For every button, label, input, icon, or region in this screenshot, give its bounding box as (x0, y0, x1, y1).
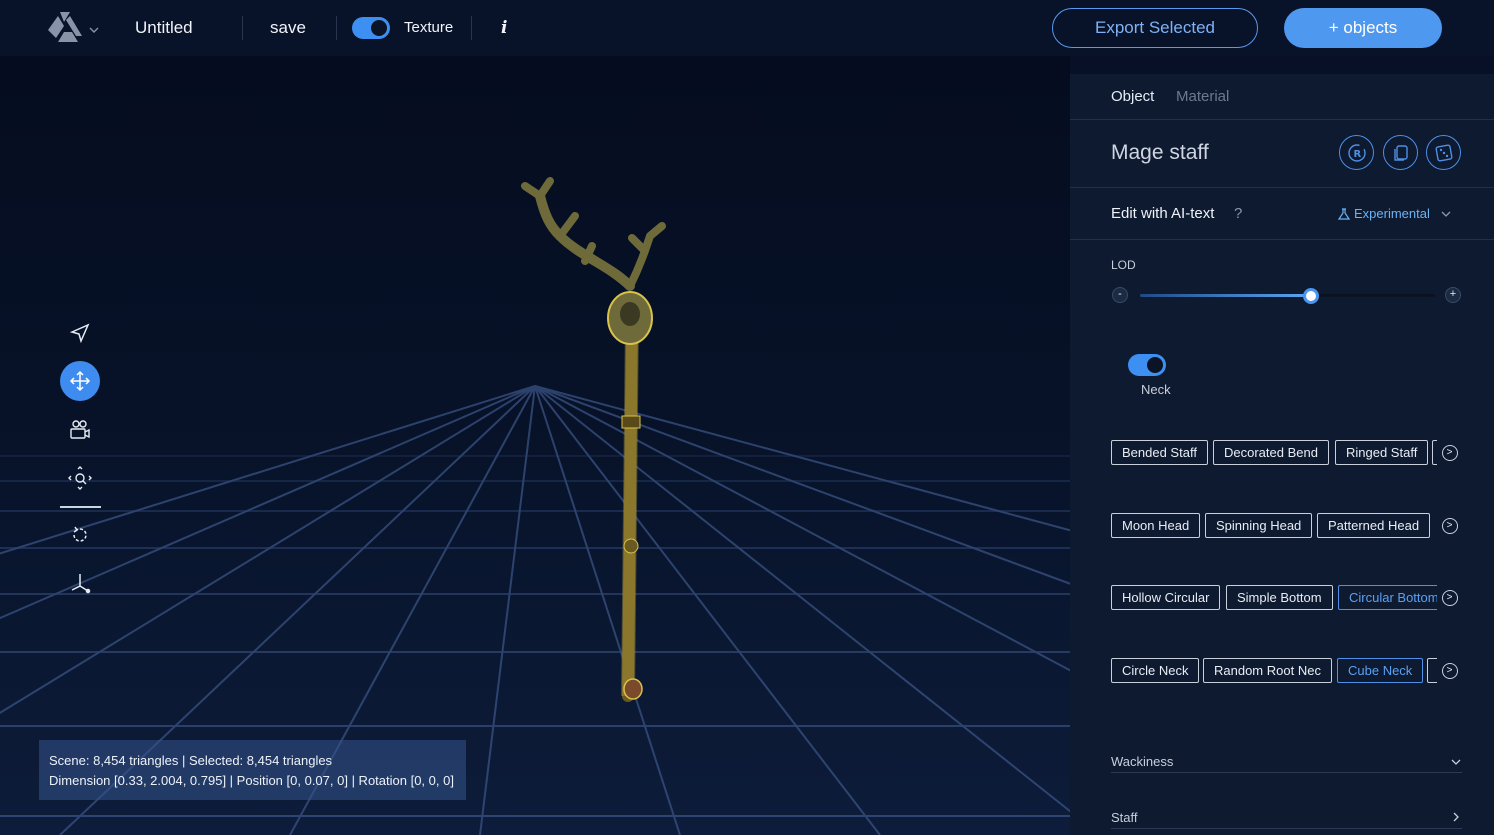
section-staff[interactable]: Staff (1111, 810, 1138, 825)
divider (1070, 187, 1494, 188)
toggle-knob (1147, 357, 1163, 373)
chevron-down-icon (1441, 211, 1451, 217)
chevron-right-icon: > (1441, 517, 1458, 534)
lod-slider-track[interactable] (1140, 294, 1435, 297)
divider (1070, 119, 1494, 120)
transform-stats-text: Dimension [0.33, 2.004, 0.795] | Positio… (49, 773, 454, 788)
duplicate-button[interactable] (1383, 135, 1418, 170)
lod-increase-button[interactable]: + (1445, 287, 1461, 303)
chip-option[interactable]: Circle Neck (1111, 658, 1200, 683)
rotate-icon (73, 526, 87, 542)
divider (242, 16, 243, 40)
reset-icon: R (1347, 143, 1366, 162)
properties-panel: Object Material Mage staff R Edit with A… (1070, 74, 1494, 835)
camera-icon (70, 420, 90, 439)
chevron-right-icon: > (1441, 662, 1458, 679)
tab-object[interactable]: Object (1111, 88, 1154, 105)
chip-option-selected[interactable]: Cube Neck (1337, 658, 1424, 683)
move-tool[interactable] (60, 361, 100, 401)
top-bar: Untitled save Texture i Export Selected … (0, 0, 1494, 56)
lod-label: LOD (1111, 258, 1136, 272)
app-logo-icon[interactable] (42, 8, 86, 48)
divider (471, 16, 472, 40)
neck-variant-row: Circle Neck Random Root Nec Cube Neck R … (1111, 658, 1462, 683)
info-button[interactable]: i (501, 18, 507, 38)
mage-staff-model[interactable] (500, 176, 690, 706)
staff-variant-row: Bended Staff Decorated Bend Ringed Staff… (1111, 440, 1462, 465)
focus-icon (68, 466, 92, 490)
lod-decrease-button[interactable]: - (1112, 287, 1128, 303)
divider (1111, 828, 1462, 829)
export-selected-button[interactable]: Export Selected (1052, 8, 1258, 48)
chevron-right-icon: > (1441, 589, 1458, 606)
copy-icon (1393, 144, 1408, 161)
chips-scroll-right-button[interactable]: > (1437, 440, 1462, 465)
texture-toggle[interactable] (352, 17, 390, 39)
chip-option[interactable]: Simple Bottom (1226, 585, 1333, 610)
chips-scroll-right-button[interactable]: > (1437, 513, 1462, 538)
neck-label: Neck (1141, 382, 1171, 397)
divider (1111, 772, 1462, 773)
chip-option[interactable]: Hollow Circular (1111, 585, 1221, 610)
chip-option[interactable]: Moon Head (1111, 513, 1201, 538)
ai-text-label[interactable]: Edit with AI-text (1111, 205, 1214, 222)
document-title[interactable]: Untitled (135, 18, 193, 38)
axes-tool[interactable] (60, 563, 100, 603)
chevron-right-icon: > (1441, 444, 1458, 461)
texture-label: Texture (404, 19, 454, 36)
divider (1070, 239, 1494, 240)
chip-option[interactable]: Patterned Head (1317, 513, 1431, 538)
chip-option[interactable]: Spinning Head (1205, 513, 1313, 538)
camera-tool[interactable] (60, 410, 100, 450)
chip-option[interactable]: Ringed Staff (1335, 440, 1429, 465)
chips-scroll-right-button[interactable]: > (1437, 658, 1462, 683)
navigate-tool[interactable] (60, 313, 100, 353)
dice-icon (1435, 144, 1452, 161)
chip-option[interactable]: Random Root Nec (1203, 658, 1332, 683)
3d-viewport[interactable]: Scene: 8,454 triangles | Selected: 8,454… (0, 56, 1070, 835)
reset-button[interactable]: R (1339, 135, 1374, 170)
tab-material[interactable]: Material (1176, 88, 1229, 105)
chip-option[interactable]: Bended Staff (1111, 440, 1208, 465)
focus-tool[interactable] (60, 458, 100, 498)
svg-text:R: R (1353, 149, 1361, 160)
experimental-dropdown[interactable]: Experimental (1338, 206, 1452, 221)
toggle-knob (371, 20, 387, 36)
add-objects-button[interactable]: + objects (1284, 8, 1442, 48)
object-name[interactable]: Mage staff (1111, 141, 1209, 165)
bottom-variant-row: Hollow Circular Simple Bottom Circular B… (1111, 585, 1462, 610)
neck-toggle[interactable] (1128, 354, 1166, 376)
save-button[interactable]: save (270, 18, 306, 38)
lod-slider-thumb[interactable] (1303, 288, 1320, 304)
move-icon (69, 370, 91, 392)
rotate-tool[interactable] (60, 515, 100, 555)
toolbar-divider (60, 506, 101, 508)
flask-icon (1338, 207, 1350, 220)
chips-scroll-right-button[interactable]: > (1437, 585, 1462, 610)
head-variant-row: Moon Head Spinning Head Patterned Head > (1111, 513, 1462, 538)
scene-stats-text: Scene: 8,454 triangles | Selected: 8,454… (49, 753, 333, 768)
chevron-down-icon[interactable] (88, 24, 100, 36)
chevron-right-icon[interactable] (1450, 811, 1462, 823)
chip-option[interactable]: Decorated Bend (1213, 440, 1329, 465)
chip-option-selected[interactable]: Circular Bottom (1338, 585, 1450, 610)
navigate-icon (70, 323, 90, 343)
axes-icon (71, 574, 91, 594)
scene-status-box: Scene: 8,454 triangles | Selected: 8,454… (39, 740, 466, 800)
chevron-down-icon[interactable] (1450, 756, 1462, 768)
divider (336, 16, 337, 40)
experimental-label: Experimental (1354, 206, 1430, 221)
lod-slider-fill (1140, 294, 1312, 297)
section-wackiness[interactable]: Wackiness (1111, 754, 1173, 769)
randomize-button[interactable] (1426, 135, 1461, 170)
help-icon[interactable]: ? (1234, 205, 1242, 222)
